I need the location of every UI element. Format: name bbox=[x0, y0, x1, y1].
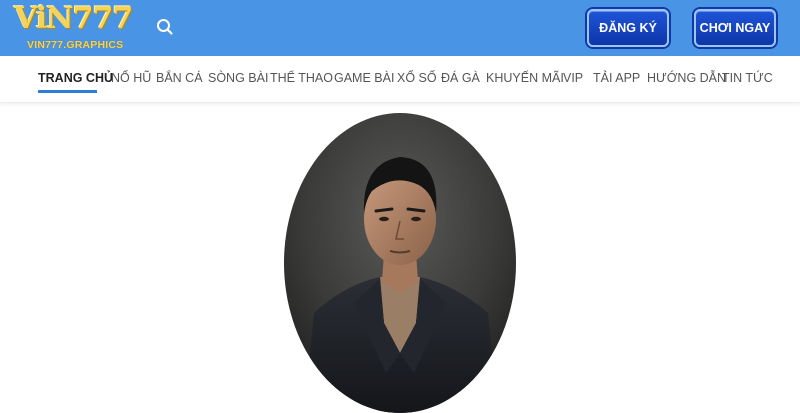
search-icon[interactable] bbox=[155, 17, 175, 37]
main-nav: TRANG CHỦ NỔ HŨ BẮN CÁ SÒNG BÀI THỂ THAO… bbox=[0, 56, 800, 103]
nav-item-lottery[interactable]: XỔ SỐ bbox=[397, 70, 437, 86]
nav-item-download-app[interactable]: TẢI APP bbox=[593, 70, 640, 86]
nav-item-guide[interactable]: HƯỚNG DẪN bbox=[647, 70, 726, 86]
register-button[interactable]: ĐĂNG KÝ bbox=[587, 9, 669, 47]
logo-wordmark: ViN777 bbox=[14, 1, 133, 36]
nav-item-cockfight[interactable]: ĐÁ GÀ bbox=[441, 70, 480, 86]
nav-item-news[interactable]: TIN TỨC bbox=[722, 70, 773, 86]
play-now-button[interactable]: CHƠI NGAY bbox=[694, 9, 776, 47]
site-logo[interactable]: ViN777 VIN777.GRAPHICS bbox=[14, 1, 133, 52]
nav-item-sports[interactable]: THỂ THAO bbox=[270, 70, 333, 86]
nav-item-vip[interactable]: VIP bbox=[563, 70, 583, 86]
logo-domain: VIN777.GRAPHICS bbox=[27, 39, 124, 51]
nav-item-casino[interactable]: SÒNG BÀI bbox=[208, 70, 268, 86]
nav-item-fishing[interactable]: BẮN CÁ bbox=[156, 70, 203, 86]
nav-item-card-games[interactable]: GAME BÀI bbox=[334, 70, 394, 86]
nav-item-slots[interactable]: NỔ HŨ bbox=[111, 70, 151, 86]
author-portrait bbox=[284, 113, 516, 413]
active-tab-indicator bbox=[38, 90, 97, 93]
nav-item-promotions[interactable]: KHUYẾN MÃI bbox=[486, 70, 564, 86]
site-header: ViN777 VIN777.GRAPHICS ĐĂNG KÝ CHƠI NGAY bbox=[0, 0, 800, 56]
nav-item-home[interactable]: TRANG CHỦ bbox=[38, 70, 113, 86]
